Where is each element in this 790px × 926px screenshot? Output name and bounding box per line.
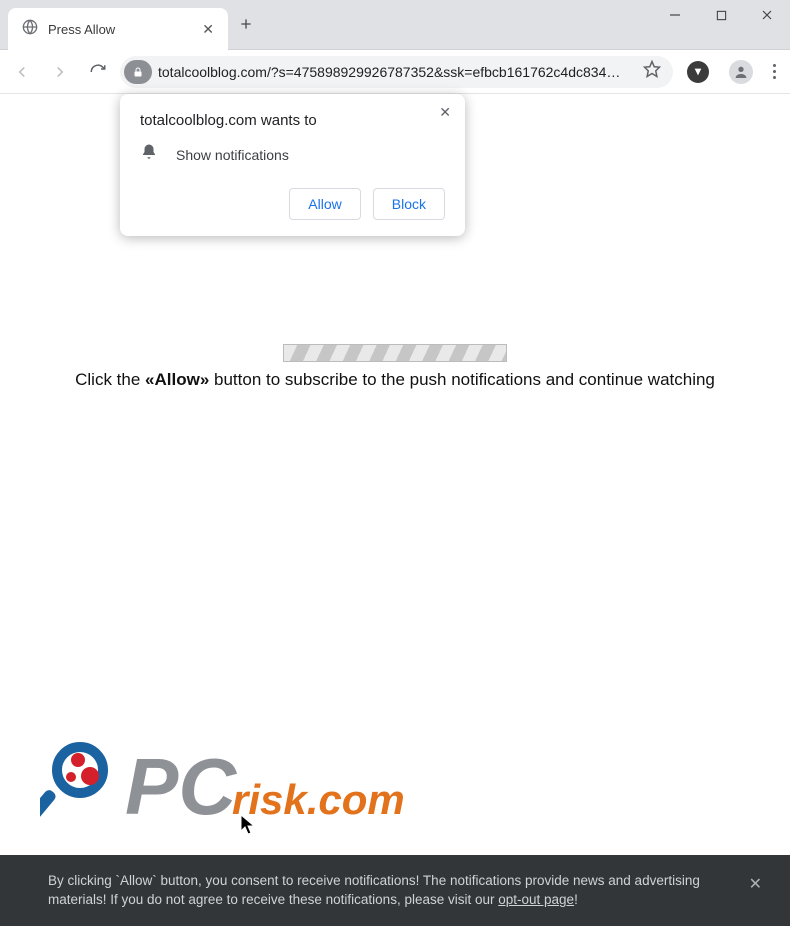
lock-icon[interactable] — [124, 60, 152, 84]
window-close-button[interactable] — [744, 0, 790, 30]
url-text: totalcoolblog.com/?s=475898929926787352&… — [158, 64, 635, 80]
extension-shield-icon[interactable] — [687, 61, 709, 83]
menu-button[interactable] — [765, 64, 784, 79]
optout-link[interactable]: opt-out page — [498, 892, 574, 907]
msg-post: button to subscribe to the push notifica… — [209, 370, 715, 389]
consent-bar: ✕ By clicking `Allow` button, you consen… — [0, 855, 790, 926]
dialog-close-icon[interactable]: ✕ — [439, 104, 451, 121]
address-bar[interactable]: totalcoolblog.com/?s=475898929926787352&… — [120, 56, 673, 88]
loading-bar — [283, 344, 507, 362]
reload-button[interactable] — [82, 56, 114, 88]
bookmark-star-icon[interactable] — [643, 60, 661, 83]
consent-text-1: By clicking `Allow` button, you consent … — [48, 873, 700, 908]
window-titlebar: Press Allow ✕ — [0, 0, 790, 50]
maximize-button[interactable] — [698, 0, 744, 30]
page-content: Click the «Allow» button to subscribe to… — [0, 344, 790, 926]
instruction-text: Click the «Allow» button to subscribe to… — [0, 370, 790, 390]
permission-row: Show notifications — [140, 143, 445, 166]
forward-button[interactable] — [44, 56, 76, 88]
cursor-icon — [240, 814, 256, 841]
profile-avatar[interactable] — [729, 60, 753, 84]
logo-risk: risk.com — [232, 776, 405, 823]
block-button[interactable]: Block — [373, 188, 445, 220]
msg-bold: «Allow» — [145, 370, 209, 389]
msg-pre: Click the — [75, 370, 145, 389]
allow-button[interactable]: Allow — [289, 188, 360, 220]
permission-label: Show notifications — [176, 147, 289, 163]
new-tab-button[interactable] — [238, 16, 254, 37]
browser-tab[interactable]: Press Allow ✕ — [8, 8, 228, 50]
window-controls — [652, 0, 790, 30]
consent-text-2: ! — [574, 892, 578, 907]
tab-close-icon[interactable]: ✕ — [202, 21, 214, 38]
consent-close-icon[interactable]: ✕ — [749, 873, 762, 896]
notification-permission-dialog: ✕ totalcoolblog.com wants to Show notifi… — [120, 94, 465, 236]
bell-icon — [140, 143, 158, 166]
minimize-button[interactable] — [652, 0, 698, 30]
dialog-title: totalcoolblog.com wants to — [140, 112, 445, 129]
globe-icon — [22, 19, 38, 40]
logo-pc: PC — [125, 742, 237, 831]
back-button[interactable] — [6, 56, 38, 88]
browser-toolbar: totalcoolblog.com/?s=475898929926787352&… — [0, 50, 790, 94]
tab-title: Press Allow — [48, 22, 194, 37]
